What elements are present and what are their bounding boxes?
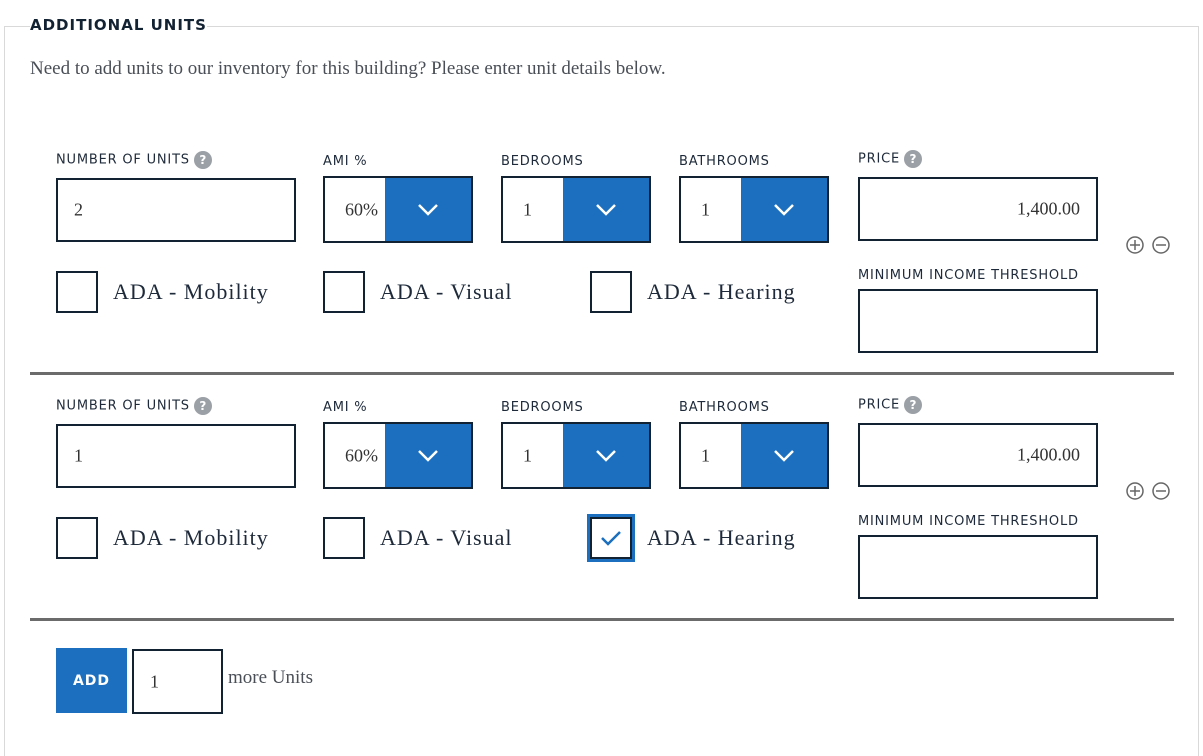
add-button[interactable]: ADD bbox=[56, 648, 127, 713]
bathrooms-select[interactable]: 1 bbox=[679, 176, 829, 243]
ada-mobility-checkbox[interactable] bbox=[56, 517, 98, 559]
number-of-units-input[interactable]: 1 bbox=[56, 424, 296, 488]
help-icon[interactable]: ? bbox=[904, 396, 922, 414]
more-units-text: more Units bbox=[228, 667, 313, 688]
number-of-units-input[interactable]: 2 bbox=[56, 178, 296, 242]
unit-row: NUMBER OF UNITS? AMI % BEDROOMS BATHROOM… bbox=[0, 246, 1203, 599]
chevron-down-icon[interactable] bbox=[385, 424, 471, 487]
ada-visual-checkbox[interactable] bbox=[323, 517, 365, 559]
bedrooms-label: BEDROOMS bbox=[501, 400, 584, 415]
ada-visual-label: ADA - Visual bbox=[380, 525, 513, 550]
chevron-down-icon[interactable] bbox=[563, 424, 649, 487]
price-label: PRICE? bbox=[858, 150, 922, 168]
ada-hearing-label: ADA - Hearing bbox=[647, 525, 796, 550]
plus-circle-icon[interactable] bbox=[1126, 482, 1144, 500]
price-label: PRICE? bbox=[858, 396, 922, 414]
number-of-units-label: NUMBER OF UNITS? bbox=[56, 397, 212, 415]
price-input[interactable]: 1,400.00 bbox=[858, 177, 1098, 241]
number-of-units-label: NUMBER OF UNITS? bbox=[56, 151, 212, 169]
bedrooms-select[interactable]: 1 bbox=[501, 422, 651, 489]
help-icon[interactable]: ? bbox=[193, 397, 212, 415]
ami-label: AMI % bbox=[323, 154, 368, 169]
add-count-input[interactable]: 1 bbox=[132, 649, 223, 714]
help-icon[interactable]: ? bbox=[904, 150, 922, 168]
row-controls bbox=[1126, 482, 1170, 500]
bathrooms-label: BATHROOMS bbox=[679, 154, 770, 169]
chevron-down-icon[interactable] bbox=[385, 178, 471, 241]
bathrooms-label: BATHROOMS bbox=[679, 400, 770, 415]
ami-label: AMI % bbox=[323, 400, 368, 415]
min-income-label: MINIMUM INCOME THRESHOLD bbox=[858, 514, 1079, 529]
ada-mobility-label: ADA - Mobility bbox=[113, 525, 269, 550]
unit-row: NUMBER OF UNITS? AMI % BEDROOMS BATHROOM… bbox=[0, 0, 1203, 353]
chevron-down-icon[interactable] bbox=[741, 178, 827, 241]
ami-select[interactable]: 60% bbox=[323, 422, 473, 489]
bedrooms-label: BEDROOMS bbox=[501, 154, 584, 169]
bathrooms-select[interactable]: 1 bbox=[679, 422, 829, 489]
row-divider bbox=[30, 618, 1174, 621]
chevron-down-icon[interactable] bbox=[563, 178, 649, 241]
min-income-input[interactable] bbox=[858, 535, 1098, 599]
bedrooms-select[interactable]: 1 bbox=[501, 176, 651, 243]
ada-hearing-checkbox[interactable] bbox=[587, 514, 635, 562]
chevron-down-icon[interactable] bbox=[741, 424, 827, 487]
ami-select[interactable]: 60% bbox=[323, 176, 473, 243]
price-input[interactable]: 1,400.00 bbox=[858, 423, 1098, 487]
help-icon[interactable]: ? bbox=[193, 151, 212, 169]
checkmark-icon bbox=[601, 531, 621, 546]
minus-circle-icon[interactable] bbox=[1152, 482, 1170, 500]
